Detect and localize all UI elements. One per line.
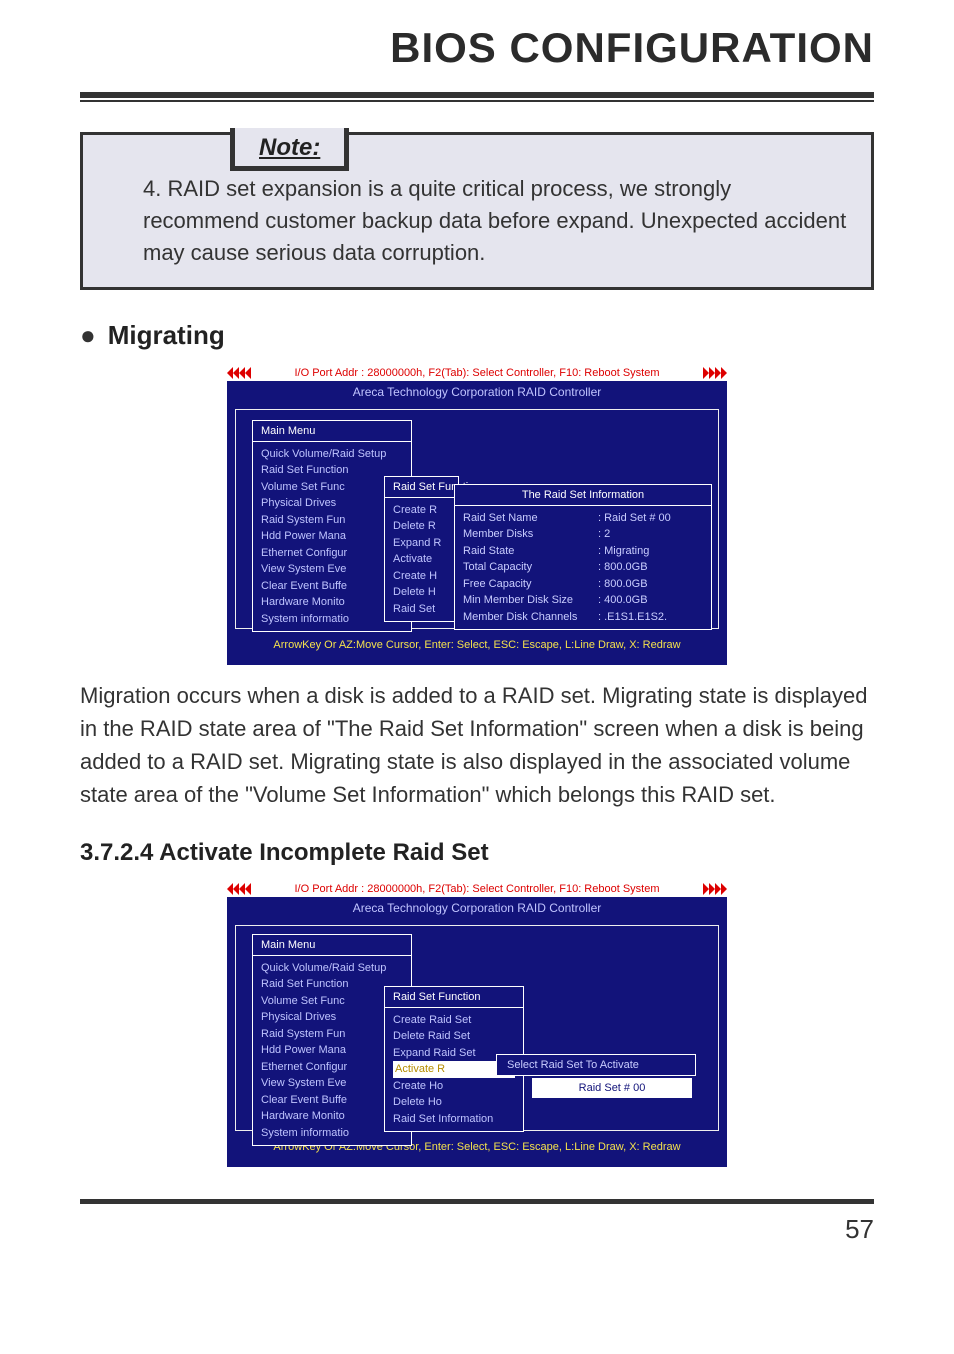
- panel-header: Main Menu: [253, 935, 411, 956]
- menu-item[interactable]: Create H: [393, 568, 450, 585]
- page-number: 57: [0, 1214, 874, 1245]
- info-row: Member Disks: 2: [463, 526, 703, 543]
- bios-footer: ArrowKey Or AZ:Move Cursor, Enter: Selec…: [227, 629, 727, 657]
- menu-item[interactable]: Raid Set Function: [261, 462, 403, 479]
- menu-item[interactable]: Raid System Fun: [261, 1026, 403, 1043]
- info-row: Raid Set Name: Raid Set # 00: [463, 510, 703, 527]
- menu-item[interactable]: Delete Raid Set: [393, 1028, 515, 1045]
- note-body: 4. RAID set expansion is a quite critica…: [143, 173, 851, 269]
- info-row: Total Capacity: 800.0GB: [463, 559, 703, 576]
- menu-item[interactable]: Physical Drives: [261, 495, 403, 512]
- section-heading-migrating: ● Migrating: [80, 320, 874, 351]
- panel-select-raid-set[interactable]: Select Raid Set To Activate: [496, 1054, 696, 1076]
- panel-raid-set-func[interactable]: Raid Set Function Create R Delete R Expa…: [384, 476, 459, 623]
- menu-item[interactable]: Quick Volume/Raid Setup: [261, 446, 403, 463]
- info-row: Member Disk Channels: .E1S1.E1S2.: [463, 609, 703, 626]
- select-raid-item[interactable]: Raid Set # 00: [532, 1078, 692, 1098]
- panel-raid-set-info: The Raid Set Information Raid Set Name: …: [454, 484, 712, 631]
- menu-item[interactable]: Hdd Power Mana: [261, 528, 403, 545]
- panel-header: Raid Set Function: [385, 987, 523, 1008]
- menu-item[interactable]: Create R: [393, 502, 450, 519]
- menu-item[interactable]: Delete Ho: [393, 1094, 515, 1111]
- header-rule-thin: [80, 100, 874, 102]
- menu-item[interactable]: Hardware Monito: [261, 594, 403, 611]
- bios-title: Areca Technology Corporation RAID Contro…: [227, 897, 727, 919]
- menu-item[interactable]: System informatio: [261, 611, 403, 628]
- info-row: Free Capacity: 800.0GB: [463, 576, 703, 593]
- menu-item[interactable]: Delete H: [393, 584, 450, 601]
- page-header: BIOS CONFIGURATION: [0, 0, 954, 84]
- info-row: Min Member Disk Size: 400.0GB: [463, 592, 703, 609]
- menu-item[interactable]: Raid System Fun: [261, 512, 403, 529]
- header-rule-thick: [80, 92, 874, 98]
- menu-item[interactable]: Raid Set: [393, 601, 450, 618]
- menu-item[interactable]: System informatio: [261, 1125, 403, 1142]
- menu-item[interactable]: Hdd Power Mana: [261, 1042, 403, 1059]
- info-row: Raid State: Migrating: [463, 543, 703, 560]
- menu-item[interactable]: Raid Set Function: [261, 976, 403, 993]
- bios-topbar: I/O Port Addr : 28000000h, F2(Tab): Sele…: [257, 365, 697, 381]
- select-raid-item-wrapper[interactable]: Raid Set # 00: [532, 1078, 692, 1098]
- page-title: BIOS CONFIGURATION: [80, 24, 874, 72]
- panel-header: Raid Set Function: [385, 477, 458, 498]
- bullet-icon: ●: [80, 320, 96, 351]
- bios-screenshot-2: I/O Port Addr : 28000000h, F2(Tab): Sele…: [227, 881, 727, 1167]
- menu-item[interactable]: Volume Set Func: [261, 479, 403, 496]
- bios-title: Areca Technology Corporation RAID Contro…: [227, 381, 727, 403]
- migrating-paragraph: Migration occurs when a disk is added to…: [80, 679, 874, 811]
- menu-item[interactable]: Delete R: [393, 518, 450, 535]
- note-box: 4. RAID set expansion is a quite critica…: [80, 132, 874, 290]
- heading-migrating: Migrating: [108, 320, 225, 351]
- bios-topbar: I/O Port Addr : 28000000h, F2(Tab): Sele…: [257, 881, 697, 897]
- panel-label: Select Raid Set To Activate: [497, 1055, 695, 1075]
- arrow-right-icon: [697, 365, 727, 381]
- menu-item[interactable]: Create Ho: [393, 1078, 515, 1095]
- menu-item[interactable]: View System Eve: [261, 1075, 403, 1092]
- menu-item[interactable]: Clear Event Buffe: [261, 1092, 403, 1109]
- bios-screenshot-1: I/O Port Addr : 28000000h, F2(Tab): Sele…: [227, 365, 727, 665]
- menu-item[interactable]: Hardware Monito: [261, 1108, 403, 1125]
- arrow-left-icon: [227, 365, 257, 381]
- arrow-left-icon: [227, 881, 257, 897]
- panel-header: Main Menu: [253, 421, 411, 442]
- menu-item[interactable]: Ethernet Configur: [261, 1059, 403, 1076]
- panel-header: The Raid Set Information: [455, 485, 711, 506]
- heading-activate: 3.7.2.4 Activate Incomplete Raid Set: [80, 839, 489, 867]
- menu-item[interactable]: Clear Event Buffe: [261, 578, 403, 595]
- footer-rule: [80, 1199, 874, 1204]
- menu-item[interactable]: Quick Volume/Raid Setup: [261, 960, 403, 977]
- menu-item[interactable]: View System Eve: [261, 561, 403, 578]
- menu-item[interactable]: Activate: [393, 551, 450, 568]
- note-label: Note:: [259, 134, 320, 161]
- menu-item[interactable]: Physical Drives: [261, 1009, 403, 1026]
- menu-item[interactable]: Raid Set Information: [393, 1111, 515, 1128]
- arrow-right-icon: [697, 881, 727, 897]
- menu-item[interactable]: Create Raid Set: [393, 1012, 515, 1029]
- menu-item[interactable]: Ethernet Configur: [261, 545, 403, 562]
- note-tab: Note:: [230, 128, 349, 171]
- menu-item[interactable]: Expand R: [393, 535, 450, 552]
- section-heading-activate: 3.7.2.4 Activate Incomplete Raid Set: [80, 839, 874, 867]
- menu-item[interactable]: Volume Set Func: [261, 993, 403, 1010]
